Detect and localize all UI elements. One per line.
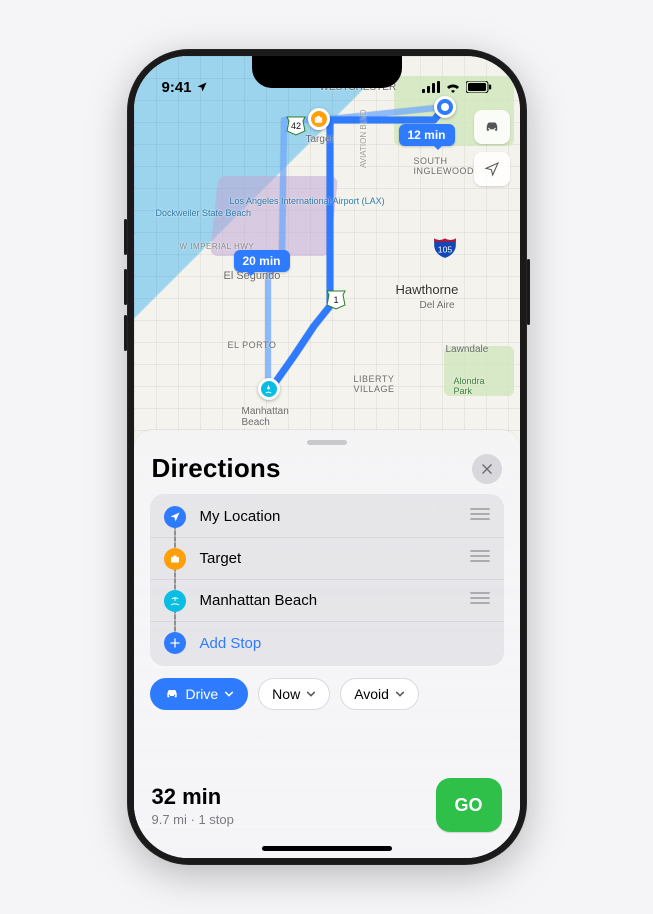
eta-value: 32 min — [152, 784, 234, 810]
add-stop-label: Add Stop — [200, 635, 492, 652]
cellular-icon — [422, 81, 440, 93]
recenter-button[interactable] — [474, 152, 510, 186]
car-icon — [164, 686, 180, 702]
map-label: Del Aire — [420, 300, 455, 311]
svg-text:1: 1 — [333, 295, 338, 305]
options-row: Drive Now Avoid — [148, 678, 506, 724]
chevron-down-icon — [395, 689, 405, 699]
interstate-shield-icon: 105 — [432, 234, 456, 258]
location-services-icon — [196, 81, 208, 93]
route-summary: 32 min 9.7 mi · 1 stop GO — [148, 778, 506, 836]
chevron-down-icon — [306, 689, 316, 699]
waypoint-pin-target[interactable] — [308, 108, 330, 130]
map-label: Hawthorne — [396, 282, 459, 297]
add-stop-button[interactable]: Add Stop — [150, 622, 504, 664]
sheet-title: Directions — [152, 453, 281, 484]
depart-time-pill[interactable]: Now — [258, 678, 330, 710]
map-mode-button[interactable] — [474, 110, 510, 144]
svg-text:42: 42 — [290, 121, 300, 131]
close-icon — [480, 462, 494, 476]
stop-label: My Location — [200, 508, 470, 525]
map-label: Manhattan Beach — [242, 406, 289, 428]
map-label: Dockweiler State Beach — [156, 208, 226, 218]
route-eta-alternate[interactable]: 20 min — [234, 250, 290, 272]
go-button[interactable]: GO — [436, 778, 502, 832]
stops-list: My Location Target — [150, 494, 504, 666]
directions-sheet[interactable]: Directions My Location — [134, 430, 520, 858]
avoid-label: Avoid — [354, 686, 389, 702]
plus-icon — [164, 632, 186, 654]
map-label: LIBERTY VILLAGE — [354, 374, 395, 394]
go-label: GO — [454, 795, 482, 816]
map-label: Alondra Park — [454, 376, 485, 396]
map-label: Lawndale — [446, 344, 489, 355]
map-label: Target — [306, 134, 334, 145]
status-time: 9:41 — [162, 79, 192, 96]
home-indicator[interactable] — [262, 846, 392, 851]
stop-label: Target — [200, 550, 470, 567]
highway-shield-icon: 42 — [284, 114, 308, 138]
iphone-frame: 9:41 — [127, 49, 527, 865]
notch — [252, 56, 402, 88]
stop-label: Manhattan Beach — [200, 592, 470, 609]
map-label: AVIATION BLVD — [359, 109, 368, 168]
location-arrow-icon — [484, 161, 500, 177]
reorder-handle-icon[interactable] — [470, 591, 492, 610]
chevron-down-icon — [224, 689, 234, 699]
destination-pin[interactable] — [258, 378, 280, 400]
map-label: EL PORTO — [228, 340, 277, 350]
depart-time-label: Now — [272, 686, 300, 702]
car-icon — [483, 118, 501, 136]
close-button[interactable] — [472, 454, 502, 484]
travel-mode-label: Drive — [186, 686, 219, 702]
battery-icon — [466, 81, 492, 93]
reorder-handle-icon[interactable] — [470, 507, 492, 526]
avoid-options-pill[interactable]: Avoid — [340, 678, 419, 710]
svg-text:105: 105 — [437, 244, 452, 254]
map-label: SOUTH INGLEWOOD — [414, 156, 475, 176]
reorder-handle-icon[interactable] — [470, 549, 492, 568]
map-label: Los Angeles International Airport (LAX) — [230, 196, 310, 206]
stop-row-waypoint[interactable]: Target — [150, 538, 504, 580]
route-connector-line — [174, 524, 176, 636]
eta-subtext: 9.7 mi · 1 stop — [152, 812, 234, 827]
location-dot-icon — [164, 506, 186, 528]
screen: 9:41 — [134, 56, 520, 858]
route-eta-primary[interactable]: 12 min — [399, 124, 455, 146]
stop-row-destination[interactable]: Manhattan Beach — [150, 580, 504, 622]
store-dot-icon — [164, 548, 186, 570]
beach-dot-icon — [164, 590, 186, 612]
highway-shield-icon: 1 — [324, 288, 348, 312]
stop-row-origin[interactable]: My Location — [150, 496, 504, 538]
sheet-grabber[interactable] — [307, 440, 347, 445]
wifi-icon — [445, 81, 461, 93]
travel-mode-pill[interactable]: Drive — [150, 678, 249, 710]
